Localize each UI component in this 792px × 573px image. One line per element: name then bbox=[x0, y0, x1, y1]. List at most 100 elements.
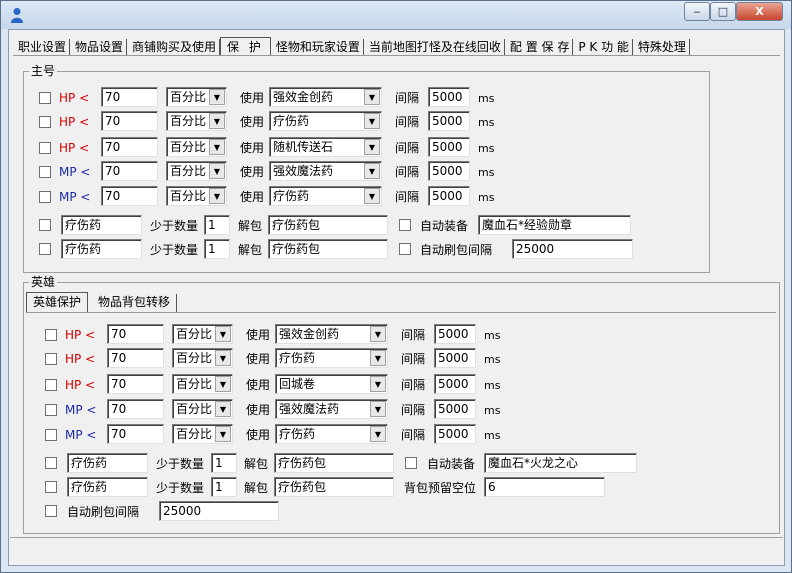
hero-row2-threshold[interactable]: 70 bbox=[107, 348, 164, 368]
hero-row3-mode-select[interactable]: 百分比 ▼ bbox=[172, 374, 233, 394]
main-row3-interval[interactable]: 5000 bbox=[428, 137, 470, 157]
chevron-down-icon[interactable]: ▼ bbox=[370, 401, 386, 417]
chevron-down-icon[interactable]: ▼ bbox=[364, 139, 380, 155]
chevron-down-icon[interactable]: ▼ bbox=[215, 326, 231, 342]
tab-config-save[interactable]: 配 置 保 存 bbox=[505, 39, 574, 56]
hero-row2-interval[interactable]: 5000 bbox=[434, 348, 476, 368]
hero-bundle1-checkbox[interactable] bbox=[45, 457, 57, 469]
hero-row4-checkbox[interactable] bbox=[45, 404, 57, 416]
hero-row4-threshold[interactable]: 70 bbox=[107, 399, 164, 419]
main-auto-equip-field[interactable]: 魔血石*经验勋章 bbox=[478, 215, 631, 235]
main-row2-item-select[interactable]: 疗伤药 ▼ bbox=[269, 111, 382, 131]
main-row5-interval[interactable]: 5000 bbox=[428, 186, 470, 206]
chevron-down-icon[interactable]: ▼ bbox=[209, 163, 225, 179]
hero-row2-item-select[interactable]: 疗伤药 ▼ bbox=[275, 348, 388, 368]
main-row5-mode-select[interactable]: 百分比 ▼ bbox=[166, 186, 227, 206]
hero-row5-checkbox[interactable] bbox=[45, 429, 57, 441]
main-row5-threshold[interactable]: 70 bbox=[101, 186, 158, 206]
main-row5-item-select[interactable]: 疗伤药 ▼ bbox=[269, 186, 382, 206]
main-row2-interval[interactable]: 5000 bbox=[428, 111, 470, 131]
hero-bundle1-count[interactable]: 1 bbox=[211, 453, 237, 473]
hero-bundle1-pack[interactable]: 疗伤药包 bbox=[274, 453, 394, 473]
tab-shop[interactable]: 商铺购买及使用 bbox=[127, 39, 221, 56]
hero-row5-item-select[interactable]: 疗伤药 ▼ bbox=[275, 424, 388, 444]
hero-row3-checkbox[interactable] bbox=[45, 379, 57, 391]
hero-row1-item-select[interactable]: 强效金创药 ▼ bbox=[275, 324, 388, 344]
chevron-down-icon[interactable]: ▼ bbox=[209, 188, 225, 204]
main-row3-mode-select[interactable]: 百分比 ▼ bbox=[166, 137, 227, 157]
chevron-down-icon[interactable]: ▼ bbox=[215, 350, 231, 366]
hero-row3-threshold[interactable]: 70 bbox=[107, 374, 164, 394]
main-bundle2-item[interactable]: 疗伤药 bbox=[61, 239, 142, 259]
chevron-down-icon[interactable]: ▼ bbox=[209, 113, 225, 129]
main-row4-checkbox[interactable] bbox=[39, 166, 51, 178]
main-auto-equip-checkbox[interactable] bbox=[399, 219, 411, 231]
tab-pk[interactable]: P K 功 能 bbox=[573, 39, 633, 56]
hero-row2-checkbox[interactable] bbox=[45, 353, 57, 365]
hero-bundle2-item[interactable]: 疗伤药 bbox=[67, 477, 148, 497]
chevron-down-icon[interactable]: ▼ bbox=[215, 376, 231, 392]
subtab-item-transfer[interactable]: 物品背包转移 bbox=[92, 294, 178, 312]
tab-protect[interactable]: 保 护 bbox=[220, 37, 271, 56]
main-row2-checkbox[interactable] bbox=[39, 116, 51, 128]
hero-row5-interval[interactable]: 5000 bbox=[434, 424, 476, 444]
main-bundle2-count[interactable]: 1 bbox=[204, 239, 230, 259]
main-row4-threshold[interactable]: 70 bbox=[101, 161, 158, 181]
main-row4-item-select[interactable]: 强效魔法药 ▼ bbox=[269, 161, 382, 181]
main-auto-refresh-field[interactable]: 25000 bbox=[512, 239, 633, 259]
chevron-down-icon[interactable]: ▼ bbox=[209, 89, 225, 105]
hero-row5-mode-select[interactable]: 百分比 ▼ bbox=[172, 424, 233, 444]
hero-row4-item-select[interactable]: 强效魔法药 ▼ bbox=[275, 399, 388, 419]
main-bundle1-checkbox[interactable] bbox=[39, 219, 51, 231]
main-row1-interval[interactable]: 5000 bbox=[428, 87, 470, 107]
hero-row4-mode-select[interactable]: 百分比 ▼ bbox=[172, 399, 233, 419]
main-row1-checkbox[interactable] bbox=[39, 92, 51, 104]
hero-auto-equip-checkbox[interactable] bbox=[405, 457, 417, 469]
main-auto-refresh-checkbox[interactable] bbox=[399, 243, 411, 255]
title-bar[interactable]: ‒ □ X bbox=[1, 1, 791, 29]
hero-bundle2-count[interactable]: 1 bbox=[211, 477, 237, 497]
hero-row3-interval[interactable]: 5000 bbox=[434, 374, 476, 394]
chevron-down-icon[interactable]: ▼ bbox=[364, 163, 380, 179]
maximize-button[interactable]: □ bbox=[710, 2, 736, 21]
main-bundle1-item[interactable]: 疗伤药 bbox=[61, 215, 142, 235]
main-row1-mode-select[interactable]: 百分比 ▼ bbox=[166, 87, 227, 107]
chevron-down-icon[interactable]: ▼ bbox=[370, 376, 386, 392]
hero-row1-mode-select[interactable]: 百分比 ▼ bbox=[172, 324, 233, 344]
main-bundle1-pack[interactable]: 疗伤药包 bbox=[268, 215, 388, 235]
tab-job-settings[interactable]: 职业设置 bbox=[13, 39, 71, 56]
tab-item-settings[interactable]: 物品设置 bbox=[70, 39, 128, 56]
hero-auto-refresh-checkbox[interactable] bbox=[45, 505, 57, 517]
hero-row3-item-select[interactable]: 回城卷 ▼ bbox=[275, 374, 388, 394]
hero-bundle1-item[interactable]: 疗伤药 bbox=[67, 453, 148, 473]
main-bundle1-count[interactable]: 1 bbox=[204, 215, 230, 235]
chevron-down-icon[interactable]: ▼ bbox=[370, 326, 386, 342]
hero-row4-interval[interactable]: 5000 bbox=[434, 399, 476, 419]
hero-row2-mode-select[interactable]: 百分比 ▼ bbox=[172, 348, 233, 368]
chevron-down-icon[interactable]: ▼ bbox=[215, 426, 231, 442]
chevron-down-icon[interactable]: ▼ bbox=[364, 188, 380, 204]
main-row4-mode-select[interactable]: 百分比 ▼ bbox=[166, 161, 227, 181]
hero-reserve-field[interactable]: 6 bbox=[484, 477, 605, 497]
main-bundle2-checkbox[interactable] bbox=[39, 243, 51, 255]
chevron-down-icon[interactable]: ▼ bbox=[364, 89, 380, 105]
main-row3-checkbox[interactable] bbox=[39, 142, 51, 154]
main-row3-threshold[interactable]: 70 bbox=[101, 137, 158, 157]
hero-auto-equip-field[interactable]: 魔血石*火龙之心 bbox=[484, 453, 637, 473]
subtab-hero-protect[interactable]: 英雄保护 bbox=[26, 292, 89, 312]
main-row2-mode-select[interactable]: 百分比 ▼ bbox=[166, 111, 227, 131]
hero-row1-interval[interactable]: 5000 bbox=[434, 324, 476, 344]
tab-map-hunting[interactable]: 当前地图打怪及在线回收 bbox=[364, 39, 505, 56]
main-row3-item-select[interactable]: 随机传送石 ▼ bbox=[269, 137, 382, 157]
tab-monster-player[interactable]: 怪物和玩家设置 bbox=[271, 39, 364, 56]
tab-special[interactable]: 特殊处理 bbox=[633, 39, 690, 56]
close-button[interactable]: X bbox=[736, 2, 783, 21]
hero-auto-refresh-field[interactable]: 25000 bbox=[159, 501, 279, 521]
main-row1-threshold[interactable]: 70 bbox=[101, 87, 158, 107]
hero-bundle2-checkbox[interactable] bbox=[45, 481, 57, 493]
hero-row5-threshold[interactable]: 70 bbox=[107, 424, 164, 444]
chevron-down-icon[interactable]: ▼ bbox=[370, 426, 386, 442]
hero-row1-checkbox[interactable] bbox=[45, 329, 57, 341]
main-row2-threshold[interactable]: 70 bbox=[101, 111, 158, 131]
chevron-down-icon[interactable]: ▼ bbox=[209, 139, 225, 155]
